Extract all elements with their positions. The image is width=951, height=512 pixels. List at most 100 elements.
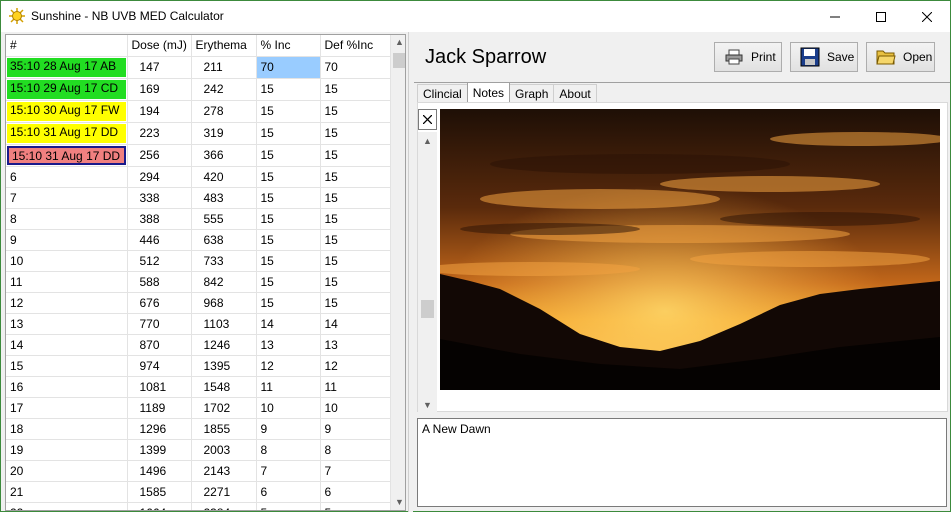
table-row[interactable]: 20 1496 2143 7 7 — [6, 460, 391, 482]
dose-cell[interactable]: 588 — [127, 271, 192, 293]
dose-cell[interactable]: 194 — [127, 100, 192, 123]
dose-cell[interactable]: 338 — [127, 187, 192, 209]
table-row[interactable]: 7 338 483 15 15 — [6, 187, 391, 209]
table-row[interactable]: 15 974 1395 12 12 — [6, 355, 391, 377]
def-cell[interactable]: 15 — [320, 187, 391, 209]
erythema-cell[interactable]: 2271 — [191, 481, 257, 503]
row-id-cell[interactable]: 15 — [6, 355, 128, 377]
inc-cell[interactable]: 14 — [256, 313, 321, 335]
scroll-thumb[interactable] — [393, 53, 405, 68]
tab-graph[interactable]: Graph — [509, 84, 555, 102]
print-button[interactable]: Print — [714, 42, 782, 72]
erythema-cell[interactable]: 733 — [191, 250, 257, 272]
dose-cell[interactable]: 169 — [127, 78, 192, 101]
table-row[interactable]: 13 770 1103 14 14 — [6, 313, 391, 335]
row-id-cell[interactable]: 20 — [6, 460, 128, 482]
row-id-cell[interactable]: 15:10 31 Aug 17 DD — [6, 122, 128, 145]
table-row[interactable]: 19 1399 2003 8 8 — [6, 439, 391, 461]
def-cell[interactable]: 10 — [320, 397, 391, 419]
save-button[interactable]: Save — [790, 42, 858, 72]
dose-cell[interactable]: 1496 — [127, 460, 192, 482]
inc-cell[interactable]: 15 — [256, 78, 321, 101]
column-header[interactable]: Dose (mJ) — [127, 35, 192, 57]
def-cell[interactable]: 15 — [320, 229, 391, 251]
erythema-cell[interactable]: 968 — [191, 292, 257, 314]
row-id-cell[interactable]: 15:10 30 Aug 17 FW — [6, 100, 128, 123]
def-cell[interactable]: 6 — [320, 481, 391, 503]
table-row[interactable]: 10 512 733 15 15 — [6, 250, 391, 272]
table-row[interactable]: 15:10 31 Aug 17 DD 256 366 15 15 — [6, 144, 391, 167]
def-cell[interactable]: 9 — [320, 418, 391, 440]
erythema-cell[interactable]: 1548 — [191, 376, 257, 398]
row-id-cell[interactable]: 19 — [6, 439, 128, 461]
tab-clinical[interactable]: Clincial — [417, 84, 468, 102]
def-cell[interactable]: 5 — [320, 502, 391, 510]
table-row[interactable]: 11 588 842 15 15 — [6, 271, 391, 293]
erythema-cell[interactable]: 278 — [191, 100, 257, 123]
table-row[interactable]: 6 294 420 15 15 — [6, 166, 391, 188]
inc-cell[interactable]: 70 — [256, 56, 321, 79]
def-cell[interactable]: 15 — [320, 78, 391, 101]
dose-cell[interactable]: 147 — [127, 56, 192, 79]
erythema-cell[interactable]: 1702 — [191, 397, 257, 419]
scroll-up-icon[interactable]: ▲ — [395, 37, 404, 47]
def-cell[interactable]: 15 — [320, 100, 391, 123]
erythema-cell[interactable]: 2003 — [191, 439, 257, 461]
scroll-down-icon[interactable]: ▼ — [395, 497, 404, 507]
table-row[interactable]: 15:10 29 Aug 17 CD 169 242 15 15 — [6, 78, 391, 101]
inc-cell[interactable]: 11 — [256, 376, 321, 398]
notes-textarea[interactable]: A New Dawn — [417, 418, 947, 507]
inc-cell[interactable]: 15 — [256, 208, 321, 230]
tab-about[interactable]: About — [553, 84, 597, 102]
inc-cell[interactable]: 15 — [256, 100, 321, 123]
erythema-cell[interactable]: 638 — [191, 229, 257, 251]
panel-splitter[interactable] — [408, 32, 413, 512]
inc-cell[interactable]: 8 — [256, 439, 321, 461]
table-row[interactable]: 17 1189 1702 10 10 — [6, 397, 391, 419]
dose-cell[interactable]: 294 — [127, 166, 192, 188]
erythema-cell[interactable]: 1395 — [191, 355, 257, 377]
erythema-cell[interactable]: 319 — [191, 122, 257, 145]
column-header[interactable]: # — [6, 35, 128, 57]
def-cell[interactable]: 15 — [320, 144, 391, 167]
def-cell[interactable]: 15 — [320, 166, 391, 188]
erythema-cell[interactable]: 242 — [191, 78, 257, 101]
row-id-cell[interactable]: 15:10 31 Aug 17 DD — [6, 144, 128, 167]
table-row[interactable]: 221664238455 — [6, 502, 391, 510]
image-scrollbar[interactable]: ▲ ▼ — [418, 132, 437, 414]
dose-cell[interactable]: 676 — [127, 292, 192, 314]
row-id-cell[interactable]: 8 — [6, 208, 128, 230]
table-row[interactable]: 8 388 555 15 15 — [6, 208, 391, 230]
erythema-cell[interactable]: 483 — [191, 187, 257, 209]
row-id-cell[interactable]: 7 — [6, 187, 128, 209]
row-id-cell[interactable]: 12 — [6, 292, 128, 314]
dose-cell[interactable]: 388 — [127, 208, 192, 230]
inc-cell[interactable]: 15 — [256, 144, 321, 167]
inc-cell[interactable]: 15 — [256, 271, 321, 293]
def-cell[interactable]: 13 — [320, 334, 391, 356]
table-row[interactable]: 18 1296 1855 9 9 — [6, 418, 391, 440]
dose-cell[interactable]: 446 — [127, 229, 192, 251]
inc-cell[interactable]: 15 — [256, 292, 321, 314]
def-cell[interactable]: 12 — [320, 355, 391, 377]
row-id-cell[interactable]: 6 — [6, 166, 128, 188]
def-cell[interactable]: 8 — [320, 439, 391, 461]
dose-cell[interactable]: 870 — [127, 334, 192, 356]
inc-cell[interactable]: 15 — [256, 166, 321, 188]
erythema-cell[interactable]: 1855 — [191, 418, 257, 440]
def-cell[interactable]: 7 — [320, 460, 391, 482]
inc-cell[interactable]: 7 — [256, 460, 321, 482]
erythema-cell[interactable]: 1103 — [191, 313, 257, 335]
table-row[interactable]: 35:10 28 Aug 17 AB 147 211 70 70 — [6, 56, 391, 79]
dose-cell[interactable]: 512 — [127, 250, 192, 272]
def-cell[interactable]: 15 — [320, 271, 391, 293]
inc-cell[interactable]: 15 — [256, 250, 321, 272]
def-cell[interactable]: 70 — [320, 56, 391, 79]
close-image-button[interactable] — [418, 109, 437, 130]
column-header[interactable]: Erythema — [191, 35, 257, 57]
inc-cell[interactable]: 10 — [256, 397, 321, 419]
def-cell[interactable]: 15 — [320, 292, 391, 314]
table-row[interactable]: 9 446 638 15 15 — [6, 229, 391, 251]
dose-cell[interactable]: 1296 — [127, 418, 192, 440]
dose-cell[interactable]: 1399 — [127, 439, 192, 461]
